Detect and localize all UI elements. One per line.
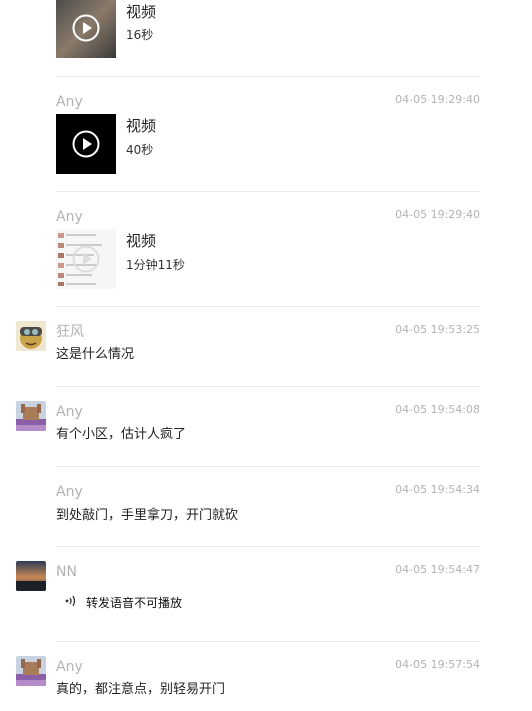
video-thumbnail[interactable] xyxy=(56,0,116,58)
cartoon-avatar-icon xyxy=(16,321,46,351)
play-icon xyxy=(72,14,100,42)
message-time: 04-05 19:54:47 xyxy=(395,563,480,576)
sender-name: Any xyxy=(56,659,83,675)
sender-name: Any xyxy=(56,94,83,110)
message-time: 04-05 19:54:34 xyxy=(395,483,480,496)
voice-label: 转发语音不可播放 xyxy=(86,596,183,610)
sender-name: Any xyxy=(56,484,83,500)
message-separator xyxy=(56,546,480,547)
play-icon xyxy=(72,130,100,158)
message-separator xyxy=(56,386,480,387)
voice-wave-icon xyxy=(65,595,76,607)
message-text: 有个小区，估计人疯了 xyxy=(56,427,187,442)
message-separator xyxy=(56,76,480,77)
message-time: 04-05 19:29:40 xyxy=(395,208,480,221)
castle-avatar-icon xyxy=(16,401,46,431)
video-duration: 40秒 xyxy=(126,143,154,157)
sender-name: Any xyxy=(56,404,83,420)
message-separator xyxy=(56,641,480,642)
message-separator xyxy=(56,306,480,307)
message-text: 到处敲门，手里拿刀，开门就砍 xyxy=(56,508,239,523)
sender-name: 狂风 xyxy=(56,324,84,340)
message-time: 04-05 19:54:08 xyxy=(395,403,480,416)
avatar[interactable] xyxy=(16,321,46,351)
message-time: 04-05 19:29:40 xyxy=(395,93,480,106)
avatar[interactable] xyxy=(16,656,46,686)
video-title: 视频 xyxy=(126,232,157,250)
play-icon xyxy=(72,245,100,273)
video-title: 视频 xyxy=(126,117,157,135)
video-duration: 16秒 xyxy=(126,28,154,42)
message-separator xyxy=(56,191,480,192)
video-thumbnail[interactable] xyxy=(56,114,116,174)
avatar[interactable] xyxy=(16,401,46,431)
sunset-avatar-icon xyxy=(16,561,46,591)
message-text: 这是什么情况 xyxy=(56,347,135,362)
sender-name: NN xyxy=(56,564,77,580)
video-duration: 1分钟11秒 xyxy=(126,258,185,272)
video-thumbnail[interactable] xyxy=(56,229,116,289)
sender-name: Any xyxy=(56,209,83,225)
avatar[interactable] xyxy=(16,561,46,591)
video-title: 视频 xyxy=(126,3,157,21)
voice-message[interactable]: 转发语音不可播放 xyxy=(64,595,182,611)
message-separator xyxy=(56,466,480,467)
message-text: 真的，都注意点，别轻易开门 xyxy=(56,682,226,697)
message-time: 04-05 19:53:25 xyxy=(395,323,480,336)
message-time: 04-05 19:57:54 xyxy=(395,658,480,671)
castle-avatar-icon xyxy=(16,656,46,686)
